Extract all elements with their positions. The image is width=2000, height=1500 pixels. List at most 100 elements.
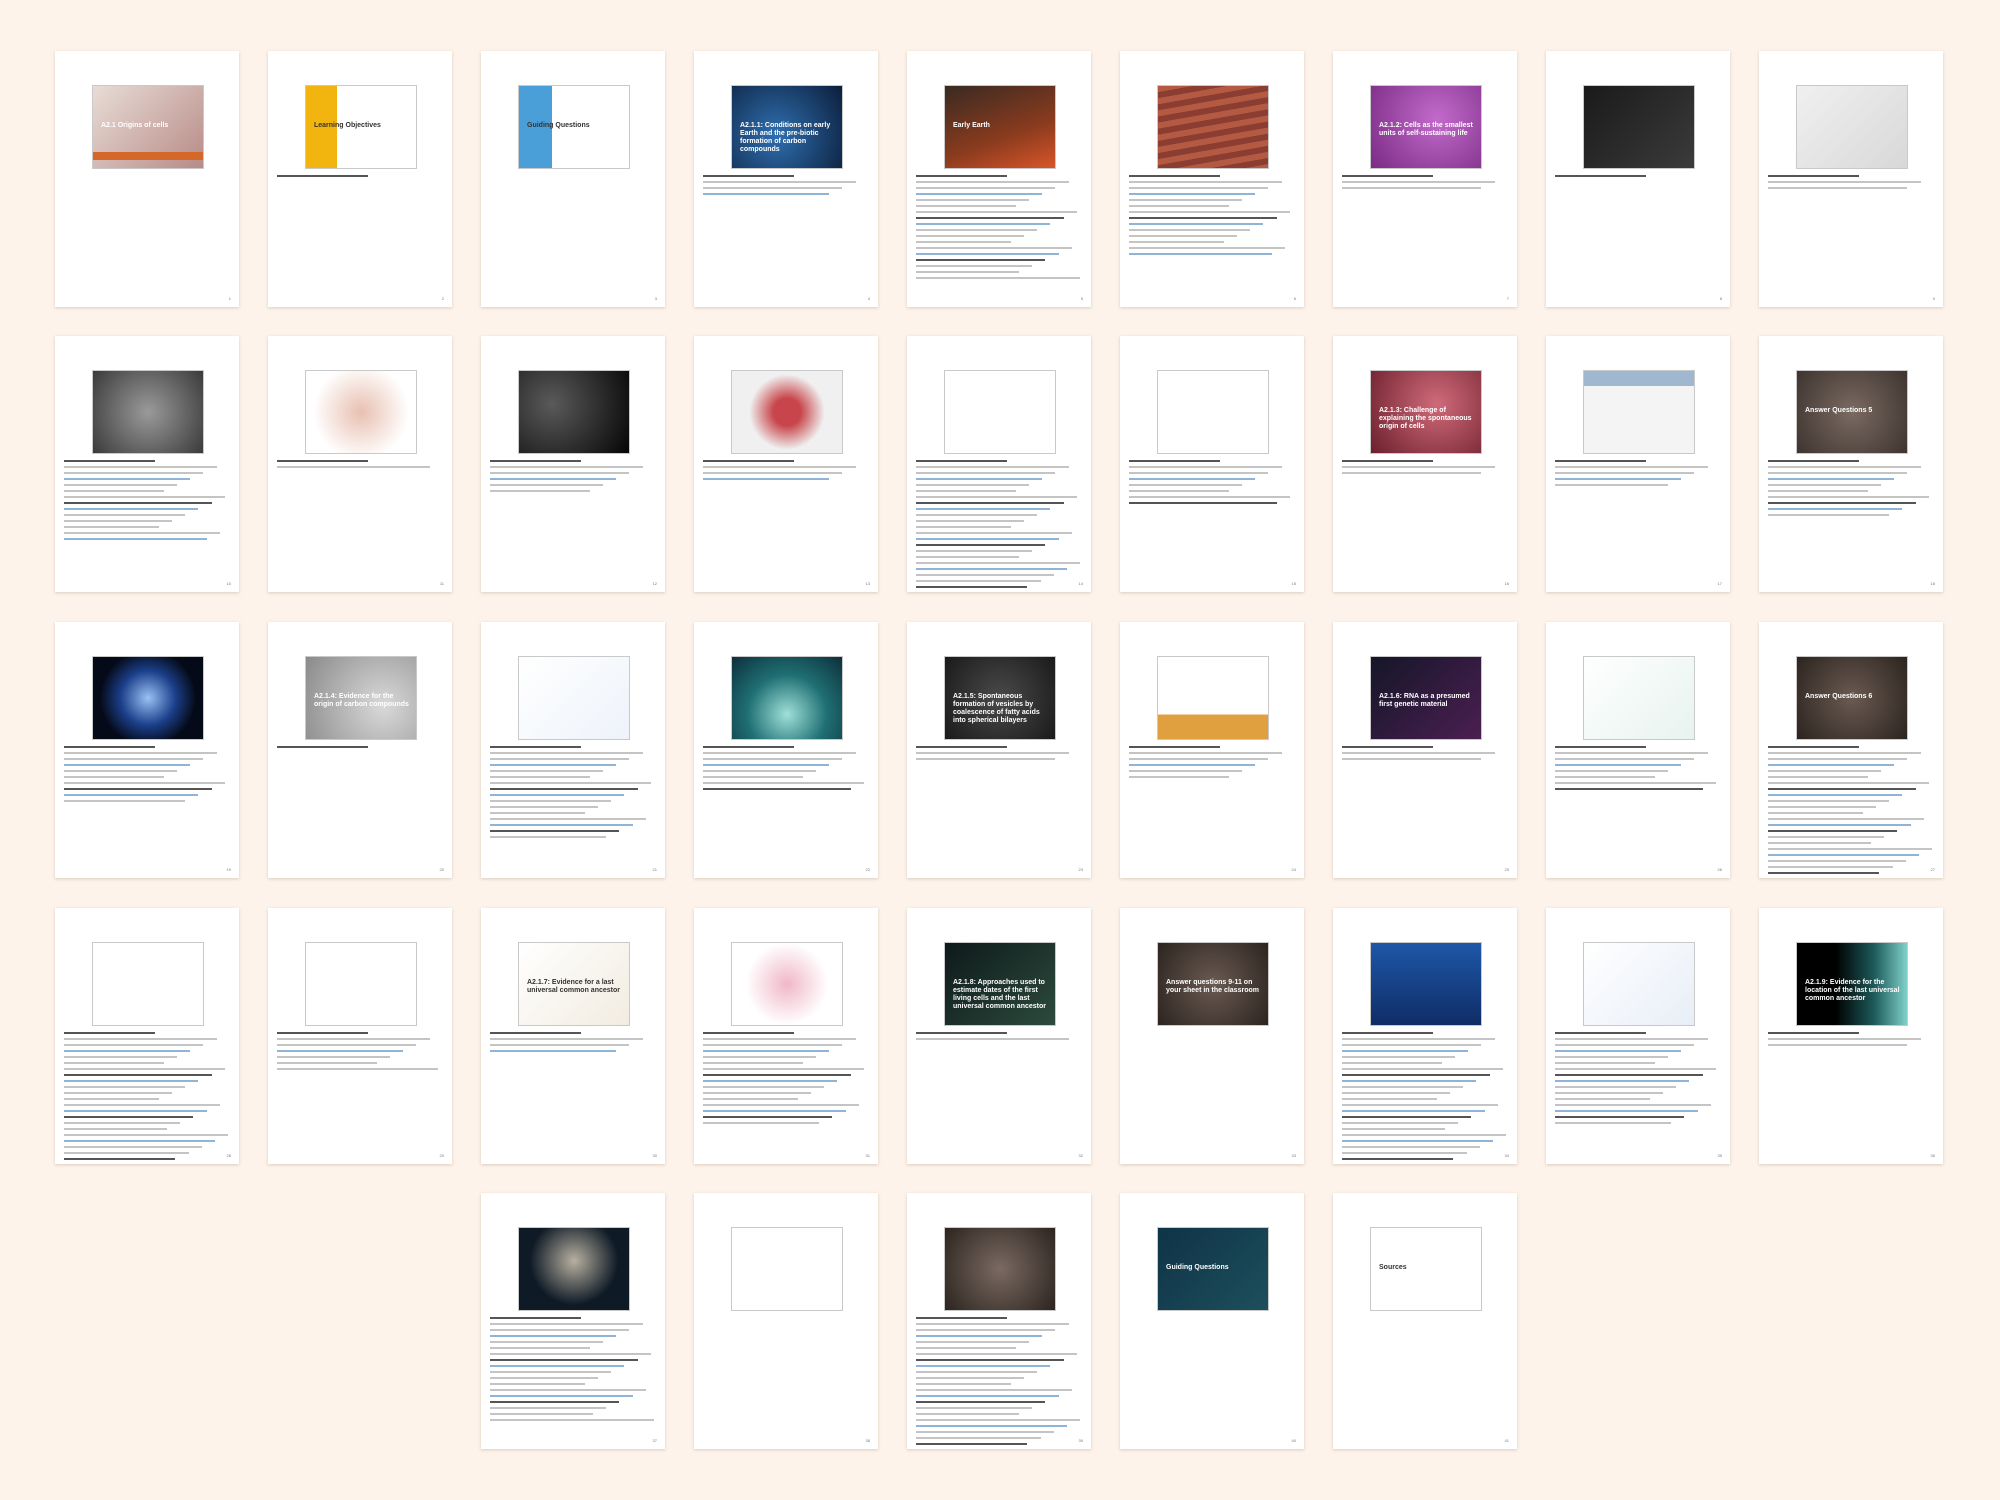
- page-thumbnail[interactable]: 24: [1120, 622, 1304, 878]
- page-number: 13: [865, 581, 870, 586]
- slide-image: [1583, 942, 1695, 1026]
- page-number: 40: [1291, 1438, 1296, 1443]
- page-thumbnail[interactable]: Early Earth 5: [907, 51, 1091, 307]
- page-thumbnail[interactable]: 14: [907, 336, 1091, 592]
- page-thumbnail[interactable]: Answer Questions 6 27: [1759, 622, 1943, 878]
- slide-image: A2.1 Origins of cells: [92, 85, 204, 169]
- slide-title: A2.1.7: Evidence for a last universal co…: [527, 979, 620, 994]
- slide-title: A2.1.6: RNA as a presumed first genetic …: [1379, 693, 1470, 708]
- page-thumbnail[interactable]: 11: [268, 336, 452, 592]
- page-number: 3: [654, 296, 657, 301]
- page-thumbnail[interactable]: 12: [481, 336, 665, 592]
- page-thumbnail[interactable]: 28: [55, 908, 239, 1164]
- page-thumbnail[interactable]: 38: [694, 1193, 878, 1449]
- page-thumbnail[interactable]: 31: [694, 908, 878, 1164]
- slide-title: A2.1.3: Challenge of explaining the spon…: [1379, 407, 1472, 430]
- page-number: 33: [1291, 1153, 1296, 1158]
- page-number: 36: [1930, 1153, 1935, 1158]
- page-number: 35: [1717, 1153, 1722, 1158]
- page-thumbnail[interactable]: 10: [55, 336, 239, 592]
- page-text-lines: [1342, 175, 1508, 193]
- slide-image: Guiding Questions: [1157, 1227, 1269, 1311]
- page-number: 24: [1291, 867, 1296, 872]
- page-thumbnail[interactable]: A2.1.6: RNA as a presumed first genetic …: [1333, 622, 1517, 878]
- page-thumbnail[interactable]: A2.1.5: Spontaneous formation of vesicle…: [907, 622, 1091, 878]
- page-thumbnail[interactable]: A2.1.7: Evidence for a last universal co…: [481, 908, 665, 1164]
- page-thumbnail[interactable]: Learning Objectives 2: [268, 51, 452, 307]
- slide-image: A2.1.3: Challenge of explaining the spon…: [1370, 370, 1482, 454]
- slide-image: Sources: [1370, 1227, 1482, 1311]
- page-thumbnail[interactable]: A2.1.8: Approaches used to estimate date…: [907, 908, 1091, 1164]
- slide-title: Answer Questions 6: [1805, 693, 1873, 700]
- slide-title: Answer questions 9-11 on your sheet in t…: [1166, 979, 1259, 994]
- page-thumbnail[interactable]: 17: [1546, 336, 1730, 592]
- slide-image: [305, 942, 417, 1026]
- page-thumbnail[interactable]: A2.1.3: Challenge of explaining the spon…: [1333, 336, 1517, 592]
- slide-title: Learning Objectives: [314, 122, 381, 129]
- slide-image: [731, 942, 843, 1026]
- page-number: 41: [1504, 1438, 1509, 1443]
- page-thumbnail[interactable]: 34: [1333, 908, 1517, 1164]
- page-text-lines: [277, 1032, 443, 1074]
- page-number: 26: [1717, 867, 1722, 872]
- slide-image: [1796, 85, 1908, 169]
- page-thumbnail[interactable]: A2.1.9: Evidence for the location of the…: [1759, 908, 1943, 1164]
- slide-image: A2.1.6: RNA as a presumed first genetic …: [1370, 656, 1482, 740]
- slide-image: [731, 656, 843, 740]
- page-thumbnail[interactable]: 13: [694, 336, 878, 592]
- page-thumbnail[interactable]: 21: [481, 622, 665, 878]
- slide-image: A2.1.7: Evidence for a last universal co…: [518, 942, 630, 1026]
- slide-image: [1157, 370, 1269, 454]
- page-thumbnail[interactable]: 37: [481, 1193, 665, 1449]
- slide-title: Early Earth: [953, 122, 990, 129]
- page-text-lines: [1768, 746, 1934, 878]
- page-thumbnail[interactable]: Guiding Questions 40: [1120, 1193, 1304, 1449]
- slide-image: [731, 1227, 843, 1311]
- page-thumbnail[interactable]: A2.1.2: Cells as the smallest units of s…: [1333, 51, 1517, 307]
- page-text-lines: [490, 1032, 656, 1056]
- slide-image: Early Earth: [944, 85, 1056, 169]
- page-text-lines: [703, 1032, 869, 1128]
- slide-image: [1157, 85, 1269, 169]
- page-thumbnail[interactable]: 22: [694, 622, 878, 878]
- page-number: 12: [652, 581, 657, 586]
- slide-image: A2.1.4: Evidence for the origin of carbo…: [305, 656, 417, 740]
- page-text-lines: [703, 746, 869, 794]
- slide-image: [305, 370, 417, 454]
- page-thumbnail[interactable]: A2.1.1: Conditions on early Earth and th…: [694, 51, 878, 307]
- page-number: 10: [226, 581, 231, 586]
- page-thumbnail[interactable]: 9: [1759, 51, 1943, 307]
- page-thumbnail[interactable]: 26: [1546, 622, 1730, 878]
- page-thumbnail[interactable]: 35: [1546, 908, 1730, 1164]
- page-thumbnail[interactable]: Answer Questions 5 18: [1759, 336, 1943, 592]
- slide-title: A2.1.2: Cells as the smallest units of s…: [1379, 122, 1473, 137]
- page-thumbnail[interactable]: 19: [55, 622, 239, 878]
- page-thumbnail[interactable]: 6: [1120, 51, 1304, 307]
- slide-image: [1583, 85, 1695, 169]
- slide-image: Answer Questions 6: [1796, 656, 1908, 740]
- page-thumbnail[interactable]: A2.1 Origins of cells 1: [55, 51, 239, 307]
- page-number: 7: [1506, 296, 1509, 301]
- page-number: 4: [867, 296, 870, 301]
- page-text-lines: [277, 460, 443, 472]
- page-thumbnail[interactable]: A2.1.4: Evidence for the origin of carbo…: [268, 622, 452, 878]
- page-number: 18: [1930, 581, 1935, 586]
- page-thumbnail[interactable]: 15: [1120, 336, 1304, 592]
- slide-image: [1583, 656, 1695, 740]
- page-thumbnail[interactable]: Sources 41: [1333, 1193, 1517, 1449]
- page-text-lines: [277, 746, 443, 752]
- page-thumbnail[interactable]: 29: [268, 908, 452, 1164]
- page-thumbnail[interactable]: Guiding Questions 3: [481, 51, 665, 307]
- slide-image: [92, 370, 204, 454]
- page-thumbnail[interactable]: 39: [907, 1193, 1091, 1449]
- page-text-lines: [1768, 175, 1934, 193]
- page-number: 27: [1930, 867, 1935, 872]
- slide-image: A2.1.2: Cells as the smallest units of s…: [1370, 85, 1482, 169]
- slide-title: Guiding Questions: [1166, 1264, 1229, 1271]
- page-number: 29: [439, 1153, 444, 1158]
- page-thumbnail[interactable]: 8: [1546, 51, 1730, 307]
- page-thumbnail[interactable]: Answer questions 9-11 on your sheet in t…: [1120, 908, 1304, 1164]
- page-text-lines: [1555, 460, 1721, 490]
- page-number: 37: [652, 1438, 657, 1443]
- page-text-lines: [916, 746, 1082, 764]
